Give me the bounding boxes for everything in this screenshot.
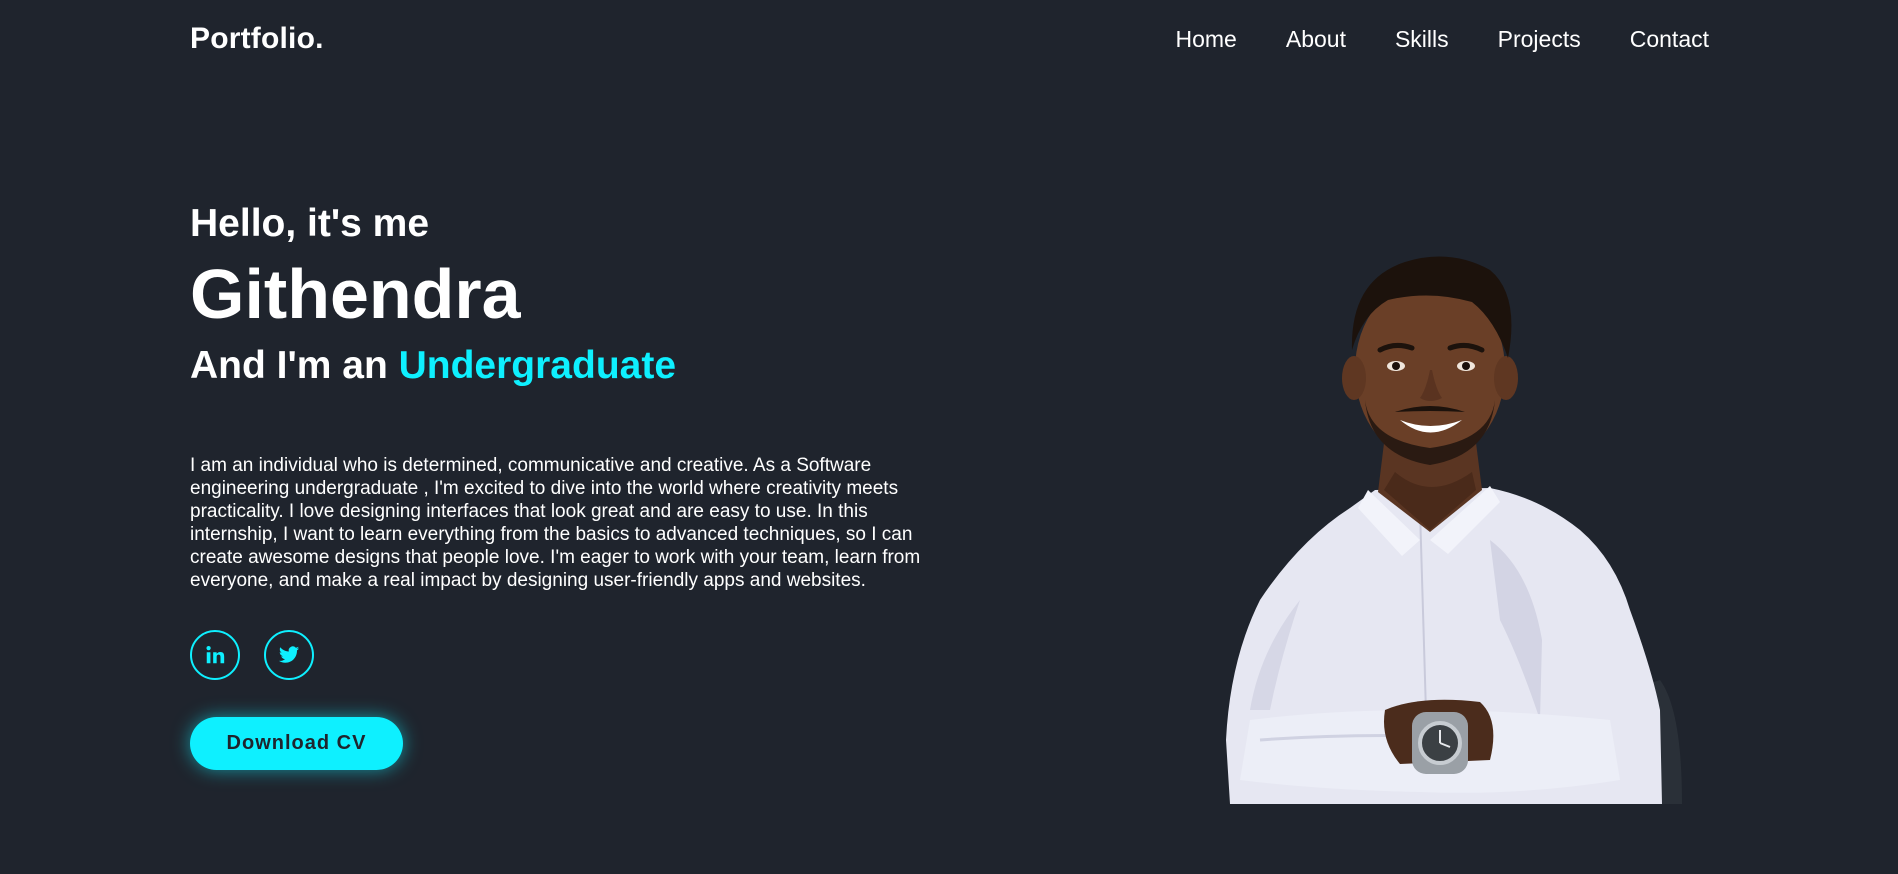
nav-link-projects[interactable]: Projects — [1498, 26, 1581, 53]
twitter-link[interactable] — [264, 630, 314, 680]
logo[interactable]: Portfolio. — [190, 22, 324, 56]
social-links — [190, 630, 950, 680]
linkedin-link[interactable] — [190, 630, 240, 680]
main-nav: Home About Skills Projects Contact — [1176, 26, 1710, 53]
nav-link-skills[interactable]: Skills — [1395, 26, 1449, 53]
role-heading: And I'm an Undergraduate — [190, 342, 950, 390]
profile-photo — [1226, 256, 1682, 804]
hero-section: Hello, it's me Githendra And I'm an Unde… — [190, 198, 950, 770]
linkedin-icon — [206, 646, 225, 664]
nav-link-contact[interactable]: Contact — [1630, 26, 1709, 53]
hero-name: Githendra — [190, 255, 521, 333]
site-header: Portfolio. Home About Skills Projects Co… — [0, 0, 1898, 80]
twitter-icon — [278, 646, 300, 663]
role-highlight: Undergraduate — [398, 344, 677, 387]
nav-link-about[interactable]: About — [1286, 26, 1346, 53]
role-prefix: And I'm an — [190, 344, 399, 387]
nav-link-home[interactable]: Home — [1176, 26, 1237, 53]
bio-paragraph: I am an individual who is determined, co… — [190, 455, 921, 591]
greeting: Hello, it's me — [190, 202, 430, 245]
download-cv-button[interactable]: Download CV — [190, 717, 403, 770]
